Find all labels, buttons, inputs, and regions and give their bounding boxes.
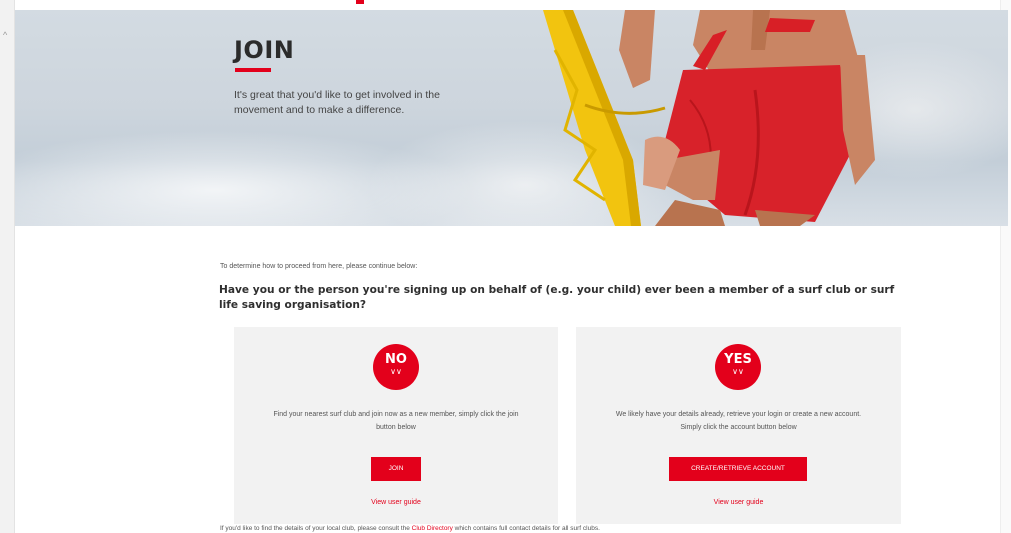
footer-text-after: which contains full contact details for … [452, 525, 600, 532]
membership-question: Have you or the person you're signing up… [219, 284, 895, 311]
double-chevron-down-icon: ∨∨ [732, 367, 744, 376]
top-accent-mark [356, 0, 364, 4]
hero-subtitle: It's great that you'd like to get involv… [234, 89, 440, 116]
double-chevron-down-icon: ∨∨ [390, 367, 402, 376]
footer-note: If you'd like to find the details of you… [220, 525, 600, 532]
footer-text-before: If you'd like to find the details of you… [220, 525, 412, 532]
lifesaver-photo [543, 10, 875, 226]
scroll-up-icon[interactable]: ^ [3, 30, 7, 40]
title-underline [235, 68, 271, 72]
page-title: JOIN [234, 36, 295, 64]
yes-description: We likely have your details already, ret… [615, 411, 862, 431]
no-user-guide-link[interactable]: View user guide [234, 499, 558, 506]
join-button[interactable]: JOIN [371, 457, 421, 481]
create-retrieve-account-button[interactable]: CREATE/RETRIEVE ACCOUNT [669, 457, 807, 481]
intro-text: To determine how to proceed from here, p… [220, 263, 418, 270]
yes-badge-label: YES [724, 352, 752, 367]
no-badge: NO ∨∨ [373, 344, 419, 390]
club-directory-link[interactable]: Club Directory [412, 525, 453, 532]
no-description: Find your nearest surf club and join now… [273, 411, 519, 431]
option-card-no: NO ∨∨ Find your nearest surf club and jo… [234, 327, 558, 524]
left-scrollbar[interactable]: ^ [0, 0, 15, 533]
yes-badge: YES ∨∨ [715, 344, 761, 390]
hero-banner: JOIN It's great that you'd like to get i… [15, 10, 1008, 226]
option-card-yes: YES ∨∨ We likely have your details alrea… [576, 327, 901, 524]
no-badge-label: NO [385, 352, 407, 367]
yes-user-guide-link[interactable]: View user guide [576, 499, 901, 506]
